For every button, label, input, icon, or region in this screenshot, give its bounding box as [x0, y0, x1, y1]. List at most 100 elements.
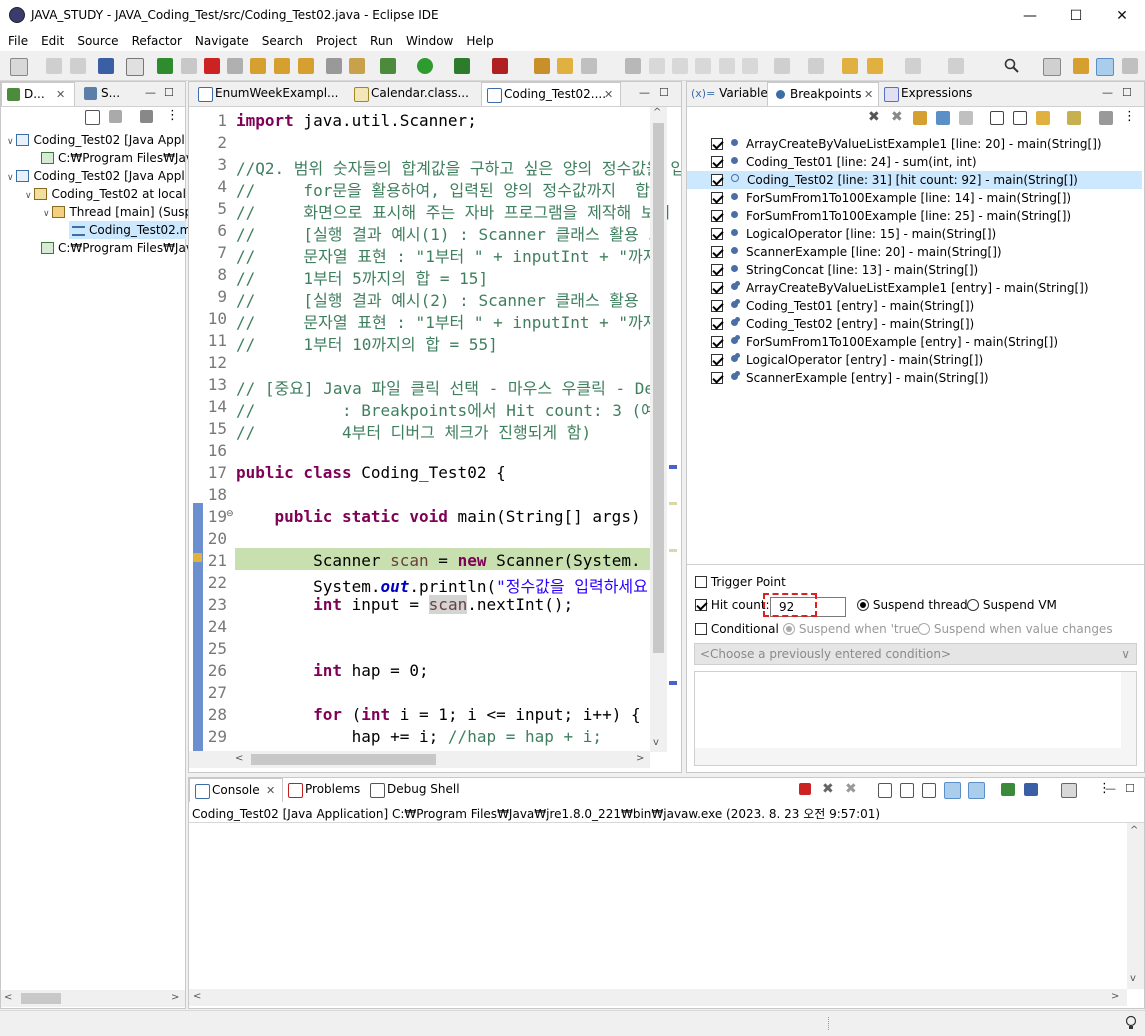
vertical-scrollbar[interactable]: ^ v: [650, 107, 667, 752]
suspend-icon[interactable]: [181, 58, 197, 74]
word-wrap-icon[interactable]: [922, 783, 936, 798]
breakpoint-enabled-checkbox[interactable]: [711, 156, 723, 168]
menu-navigate[interactable]: Navigate: [187, 34, 254, 48]
block-selection-icon[interactable]: [672, 58, 688, 74]
breakpoint-enabled-checkbox[interactable]: [711, 300, 723, 312]
breakpoint-enabled-checkbox[interactable]: [711, 138, 723, 150]
tree-item-thread[interactable]: ∨ Thread [main] (Susp: [43, 203, 192, 221]
open-folder-icon[interactable]: [557, 58, 573, 74]
scroll-down-icon[interactable]: v: [1130, 973, 1136, 984]
java-perspective-icon[interactable]: [1073, 58, 1089, 74]
maximize-view-icon[interactable]: ☐: [164, 86, 174, 99]
toggle-mark-icon[interactable]: [625, 58, 641, 74]
pin-editor-icon[interactable]: [948, 58, 964, 74]
scroll-left-icon[interactable]: <: [4, 992, 12, 1003]
clear-console-icon[interactable]: [878, 783, 892, 798]
open-perspective-icon[interactable]: [1043, 58, 1061, 76]
suspend-thread-radio[interactable]: Suspend thread: [857, 598, 968, 612]
add-java-exception-icon[interactable]: [1067, 111, 1081, 125]
scroll-right-icon[interactable]: >: [171, 992, 179, 1003]
menu-help[interactable]: Help: [458, 34, 498, 48]
radio[interactable]: [967, 599, 979, 611]
condition-editor[interactable]: [694, 671, 1137, 766]
code-pane[interactable]: 1 2 3 4 5 6 7 8 9 10 11 12 13 14 15 16 17 18 19 20 21 22 23 24 2…: [189, 107, 681, 752]
condition-history-combo[interactable]: <Choose a previously entered condition> …: [694, 643, 1137, 665]
tree-item-vm[interactable]: ∨ Coding_Test02 at local: [25, 185, 186, 203]
step-return-icon[interactable]: [298, 58, 314, 74]
view-menu-icon[interactable]: ⋮: [1123, 109, 1136, 124]
skip-all-breakpoints-icon[interactable]: [959, 111, 973, 125]
tree-item-launch-1[interactable]: ∨ Coding_Test02 [Java Appl: [7, 131, 185, 149]
close-icon[interactable]: ✕: [604, 83, 613, 106]
breakpoint-item[interactable]: LogicalOperator [entry] - main(String[]): [687, 351, 1142, 369]
tree-item-process-1[interactable]: C:₩Program Files₩Java: [41, 149, 200, 167]
minimize-button[interactable]: —: [1007, 0, 1053, 31]
display-console-icon[interactable]: [1024, 783, 1038, 796]
tab-enumweekexample[interactable]: EnumWeekExampl...: [193, 82, 343, 106]
minimize-view-icon[interactable]: —: [145, 86, 156, 99]
maximize-view-icon[interactable]: ☐: [1125, 782, 1135, 795]
breakpoint-enabled-checkbox[interactable]: [711, 282, 723, 294]
open-console-icon[interactable]: [1061, 783, 1077, 798]
skip-breakpoints-icon[interactable]: [126, 58, 144, 76]
tab-expressions[interactable]: Expressions: [879, 82, 979, 106]
close-icon[interactable]: ✕: [266, 779, 275, 802]
new-class-icon[interactable]: [581, 58, 597, 74]
step-over-icon[interactable]: [274, 58, 290, 74]
annotation-icon[interactable]: [742, 58, 758, 74]
breakpoint-item[interactable]: ScannerExample [line: 20] - main(String[…: [687, 243, 1142, 261]
debug-options-icon[interactable]: [140, 110, 153, 123]
terminate-icon[interactable]: [799, 783, 811, 795]
checkbox[interactable]: [695, 576, 707, 588]
collapse-all-icon[interactable]: [85, 110, 100, 125]
scroll-thumb[interactable]: [653, 123, 664, 653]
pen-icon[interactable]: [649, 58, 665, 74]
tree-item-stack-frame[interactable]: Coding_Test02.m: [69, 221, 191, 239]
debug-perspective-icon[interactable]: [1096, 58, 1114, 76]
new-java-project-icon[interactable]: [534, 58, 550, 74]
minimize-view-icon[interactable]: —: [1102, 86, 1113, 99]
minimize-view-icon[interactable]: —: [1105, 782, 1116, 795]
tab-problems[interactable]: Problems: [283, 778, 365, 802]
trigger-point-checkbox[interactable]: Trigger Point: [695, 575, 786, 589]
disconnect-icon[interactable]: [227, 58, 243, 74]
fold-icon[interactable]: ⊖: [226, 509, 234, 519]
tab-variables[interactable]: (x)= Variables: [687, 82, 774, 106]
scroll-thumb[interactable]: [21, 993, 61, 1004]
hit-count-checkbox[interactable]: Hit count:: [695, 598, 770, 612]
scroll-up-icon[interactable]: ^: [1130, 825, 1138, 836]
maximize-button[interactable]: ☐: [1053, 0, 1099, 31]
run-icon[interactable]: [417, 58, 433, 74]
menu-search[interactable]: Search: [254, 34, 308, 48]
coverage-icon[interactable]: [454, 58, 470, 74]
breakpoint-item[interactable]: ForSumFrom1To100Example [line: 14] - mai…: [687, 189, 1142, 207]
debug-icon[interactable]: [380, 58, 396, 74]
radio[interactable]: [783, 623, 795, 635]
show-on-stderr-icon[interactable]: [968, 782, 985, 799]
git-perspective-icon[interactable]: [1122, 58, 1138, 74]
breakpoint-enabled-checkbox[interactable]: [711, 210, 723, 222]
maximize-view-icon[interactable]: ☐: [659, 86, 669, 99]
breakpoint-item[interactable]: ArrayCreateByValueListExample1 [entry] -…: [687, 279, 1142, 297]
search-icon[interactable]: [1004, 58, 1020, 74]
chevron-down-icon[interactable]: ∨: [1121, 644, 1130, 664]
remove-all-launches-icon[interactable]: ✖: [845, 781, 857, 797]
terminal-icon[interactable]: [98, 58, 114, 74]
breakpoint-enabled-checkbox[interactable]: [711, 354, 723, 366]
go-to-file-icon[interactable]: [936, 111, 950, 125]
breakpoint-enabled-checkbox[interactable]: [711, 228, 723, 240]
breakpoint-enabled-checkbox[interactable]: [711, 336, 723, 348]
close-icon[interactable]: ✕: [56, 83, 65, 106]
suspend-vm-radio[interactable]: Suspend VM: [967, 598, 1057, 612]
horizontal-scrollbar[interactable]: < >: [189, 989, 1127, 1006]
scroll-left-icon[interactable]: <: [235, 753, 243, 764]
remove-launch-icon[interactable]: ✖: [822, 781, 834, 797]
tab-servers[interactable]: S...: [79, 82, 145, 106]
checkbox[interactable]: [695, 599, 707, 611]
scroll-left-icon[interactable]: <: [193, 991, 201, 1002]
scroll-down-icon[interactable]: v: [653, 737, 659, 748]
breakpoint-item[interactable]: Coding_Test01 [entry] - main(String[]): [687, 297, 1142, 315]
view-menu-icon[interactable]: ⋮: [166, 108, 179, 123]
save-all-icon[interactable]: [70, 58, 86, 74]
terminate-icon[interactable]: [204, 58, 220, 74]
